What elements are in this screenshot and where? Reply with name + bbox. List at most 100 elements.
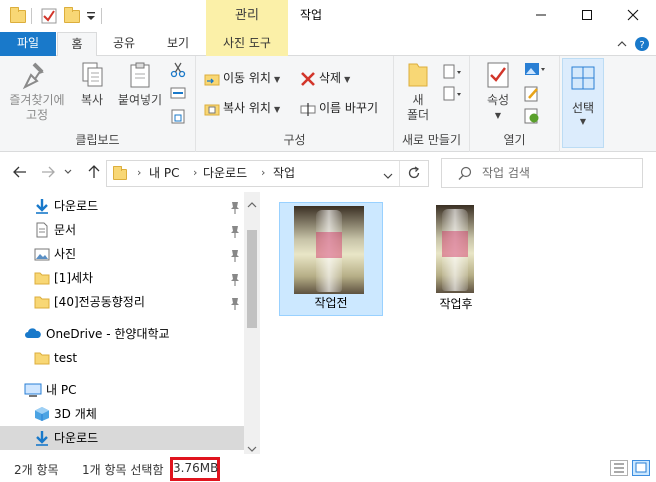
paste-label: 붙여넣기 [117,93,163,107]
status-bar: 2개 항목 1개 항목 선택함 3.76MB [0,454,656,482]
scrollbar-thumb[interactable] [247,230,257,328]
address-bar[interactable]: › 내 PC › 다운로드 › 작업 [106,160,429,187]
rename-label: 이름 바꾸기 [319,101,379,115]
pin-to-quick-access-button[interactable]: 즐겨찾기에 고정 [6,60,68,123]
properties-check-icon [483,60,513,90]
folder-icon [34,350,50,366]
pin-icon[interactable] [230,295,240,310]
breadcrumb-separator-icon[interactable]: › [261,161,265,186]
back-arrow-icon[interactable] [10,162,30,182]
edit-pencil-icon[interactable] [524,86,540,102]
ribbon-collapse-icon[interactable] [614,36,630,52]
select-label: 선택 [571,101,595,115]
title-bar: 관리 작업 [0,0,656,32]
pin-icon[interactable] [230,271,240,286]
nav-item-label: 내 PC [46,383,77,397]
nav-item-documents-pinned[interactable]: 문서 [0,218,244,242]
nav-item-folder-test[interactable]: test [0,346,244,370]
nav-item-downloads-pinned[interactable]: 다운로드 [0,194,244,218]
nav-item-3d-objects[interactable]: 3D 개체 [0,402,244,426]
scroll-down-icon[interactable] [247,442,257,452]
tab-home[interactable]: 홈 [57,32,97,57]
nav-pane-scrollbar[interactable] [244,192,260,454]
pin-icon [22,60,52,90]
minimize-icon[interactable] [518,0,564,30]
document-icon [34,222,50,238]
tab-photo-tools[interactable]: 사진 도구 [206,32,288,56]
breadcrumb-separator-icon[interactable]: › [137,161,141,186]
forward-arrow-icon[interactable] [38,162,58,182]
search-placeholder: 작업 검색 [482,166,530,180]
image-thumbnail [436,205,474,293]
copy-folder-icon [204,101,220,117]
open-group: 속성 ▼ 열기 [470,56,560,152]
copy-button[interactable]: 복사 [72,60,112,108]
recent-locations-chevron-icon[interactable] [62,162,74,182]
large-icons-view-icon[interactable] [632,460,650,476]
folder-icon [10,7,26,23]
nav-item-onedrive[interactable]: OneDrive - 한양대학교 [0,322,244,346]
properties-dropdown-icon: ▼ [494,111,502,120]
help-icon[interactable]: ? [634,36,650,52]
cube-3d-icon [34,406,50,422]
paste-shortcut-icon[interactable] [170,108,186,124]
copy-path-icon[interactable] [170,86,186,100]
nav-item-label: [1]세차 [54,271,94,285]
new-item-icon[interactable] [442,64,464,80]
nav-item-this-pc[interactable]: 내 PC [0,378,244,402]
move-to-button[interactable]: 이동 위치 ▼ [204,67,280,89]
rename-button[interactable]: 이름 바꾸기 [300,97,378,119]
search-box[interactable]: 작업 검색 [441,158,643,188]
open-group-label: 열기 [503,133,526,147]
up-arrow-icon[interactable] [84,162,104,182]
file-list-area[interactable]: 작업전 작업후 [260,192,656,454]
cut-scissors-icon[interactable] [170,62,186,78]
refresh-icon[interactable] [407,166,421,180]
nav-item-downloads-selected[interactable]: 다운로드 [0,426,244,450]
easy-access-icon[interactable] [442,86,464,102]
breadcrumb-work[interactable]: 작업 [273,161,295,186]
pin-icon[interactable] [230,223,240,238]
select-grid-icon [568,63,598,93]
tab-file[interactable]: 파일 [0,32,56,56]
nav-item-folder-carwash[interactable]: [1]세차 [0,266,244,290]
move-to-dropdown-icon: ▼ [273,75,281,84]
pin-icon[interactable] [230,247,240,262]
copy-to-button[interactable]: 복사 위치 ▼ [204,97,280,119]
details-view-icon[interactable] [610,460,628,476]
file-item-after[interactable]: 작업후 [404,202,508,316]
file-item-before[interactable]: 작업전 [279,202,383,316]
history-icon[interactable] [524,108,540,124]
properties-button[interactable]: 속성 ▼ [476,60,520,123]
tab-view[interactable]: 보기 [156,32,200,56]
nav-item-label: 3D 개체 [54,407,97,421]
breadcrumb-separator-icon[interactable]: › [193,161,197,186]
status-item-count: 2개 항목 [14,463,59,477]
customize-quick-access-icon[interactable] [86,8,96,22]
nav-item-pictures-pinned[interactable]: 사진 [0,242,244,266]
maximize-icon[interactable] [564,0,610,30]
move-to-label: 이동 위치 [223,71,271,85]
properties-check-icon[interactable] [41,8,57,24]
delete-button[interactable]: 삭제 ▼ [300,67,350,89]
nav-item-folder-major-trends[interactable]: [40]전공동향정리 [0,290,244,314]
new-folder-quick-icon[interactable] [64,7,80,23]
tab-share[interactable]: 공유 [104,32,144,56]
new-folder-button[interactable]: 새 폴더 [398,60,438,123]
svg-text:?: ? [639,40,644,51]
file-name: 작업후 [439,297,473,311]
breadcrumb-downloads[interactable]: 다운로드 [203,161,247,186]
address-dropdown-chevron-icon[interactable] [383,169,393,179]
pin-label-line1: 즐겨찾기에 [9,93,65,107]
copy-label: 복사 [80,93,104,107]
paste-button[interactable]: 붙여넣기 [114,60,166,108]
open-image-icon[interactable] [524,62,546,80]
scroll-up-icon[interactable] [247,198,257,208]
organize-group-label: 구성 [283,133,306,147]
image-thumbnail [294,206,364,294]
pin-icon[interactable] [230,199,240,214]
breadcrumb-my-pc[interactable]: 내 PC [149,161,179,186]
delete-dropdown-icon: ▼ [344,75,351,84]
select-button[interactable]: 선택 ▼ [562,58,604,148]
close-icon[interactable] [610,0,656,30]
